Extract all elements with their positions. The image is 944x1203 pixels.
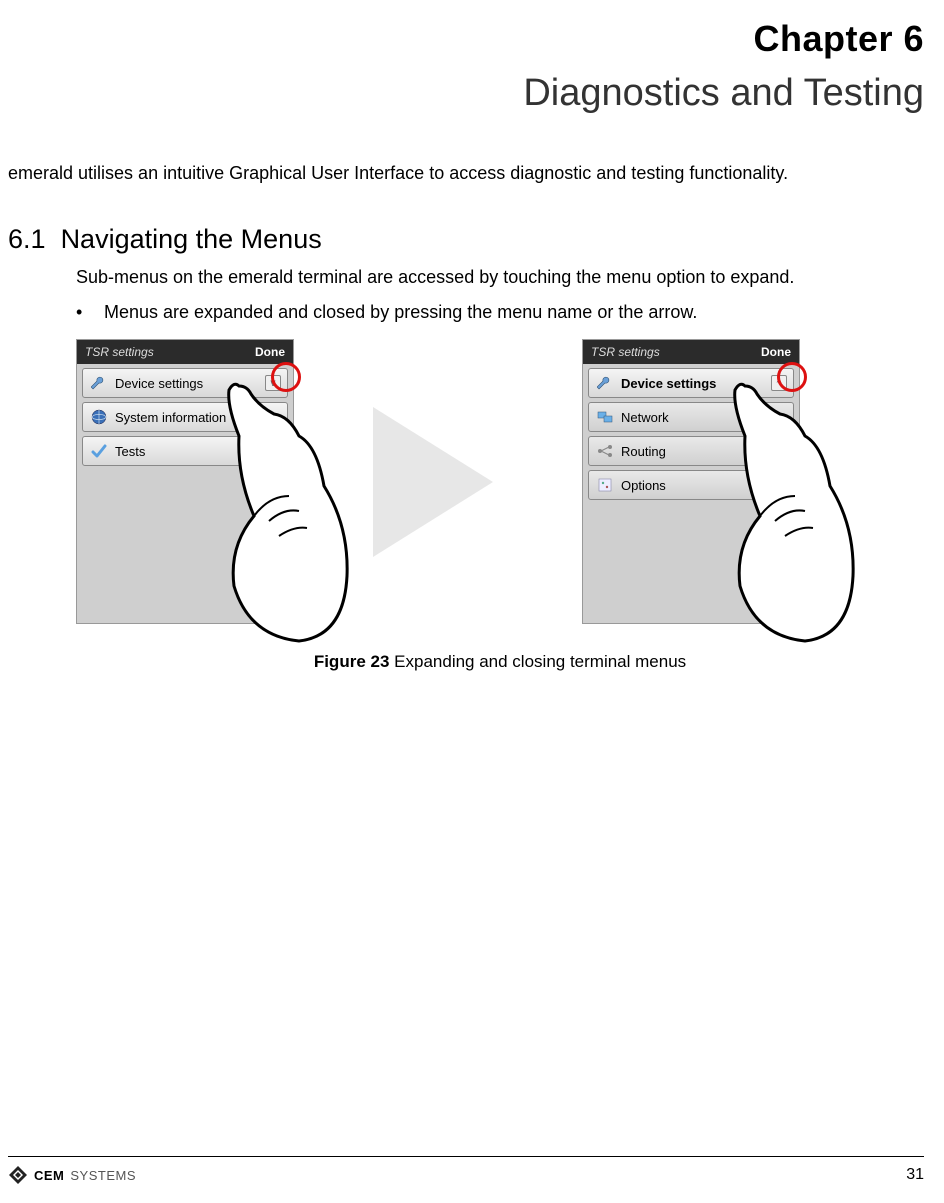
diamond-icon — [8, 1165, 28, 1185]
hand-illustration — [705, 376, 855, 646]
globe-icon — [89, 407, 109, 427]
panel-title: TSR settings — [85, 345, 154, 359]
section-title: Navigating the Menus — [61, 224, 322, 254]
section-heading: 6.1 Navigating the Menus — [8, 224, 924, 255]
bullet-marker: • — [76, 302, 104, 323]
terminal-panel-expanded: TSR settings Done Device settings ^ Netw… — [582, 339, 800, 624]
menu-label: Routing — [621, 444, 666, 459]
options-icon — [595, 475, 615, 495]
hand-illustration — [199, 376, 349, 646]
page-number: 31 — [906, 1166, 924, 1184]
section-number: 6.1 — [8, 224, 46, 254]
figure-caption-text: Expanding and closing terminal menus — [394, 652, 686, 671]
brand-name: CEM — [34, 1168, 64, 1183]
page-footer: CEM SYSTEMS 31 — [8, 1156, 924, 1185]
terminal-panel-collapsed: TSR settings Done Device settings v Syst… — [76, 339, 294, 624]
figure-label: Figure 23 — [314, 652, 390, 671]
bullet-item: • Menus are expanded and closed by press… — [76, 302, 924, 323]
figure-caption: Figure 23 Expanding and closing terminal… — [76, 652, 924, 672]
wrench-icon — [595, 373, 615, 393]
chapter-number: Chapter 6 — [8, 18, 924, 60]
panel-header: TSR settings Done — [583, 340, 799, 364]
panel-title: TSR settings — [591, 345, 660, 359]
brand-logo: CEM SYSTEMS — [8, 1165, 136, 1185]
done-button[interactable]: Done — [761, 345, 791, 359]
panel-header: TSR settings Done — [77, 340, 293, 364]
section-description: Sub-menus on the emerald terminal are ac… — [76, 267, 924, 288]
chapter-title: Diagnostics and Testing — [8, 72, 924, 115]
figure-row: TSR settings Done Device settings v Syst… — [76, 339, 924, 624]
brand-suffix: SYSTEMS — [70, 1168, 136, 1183]
done-button[interactable]: Done — [255, 345, 285, 359]
wrench-icon — [89, 373, 109, 393]
menu-label: Network — [621, 410, 669, 425]
arrow-icon — [338, 382, 538, 582]
menu-label: Device settings — [621, 376, 716, 391]
menu-label: Options — [621, 478, 666, 493]
routing-icon — [595, 441, 615, 461]
check-icon — [89, 441, 109, 461]
menu-label: Tests — [115, 444, 145, 459]
network-icon — [595, 407, 615, 427]
intro-paragraph: emerald utilises an intuitive Graphical … — [8, 163, 924, 184]
menu-label: Device settings — [115, 376, 203, 391]
bullet-text: Menus are expanded and closed by pressin… — [104, 302, 697, 323]
